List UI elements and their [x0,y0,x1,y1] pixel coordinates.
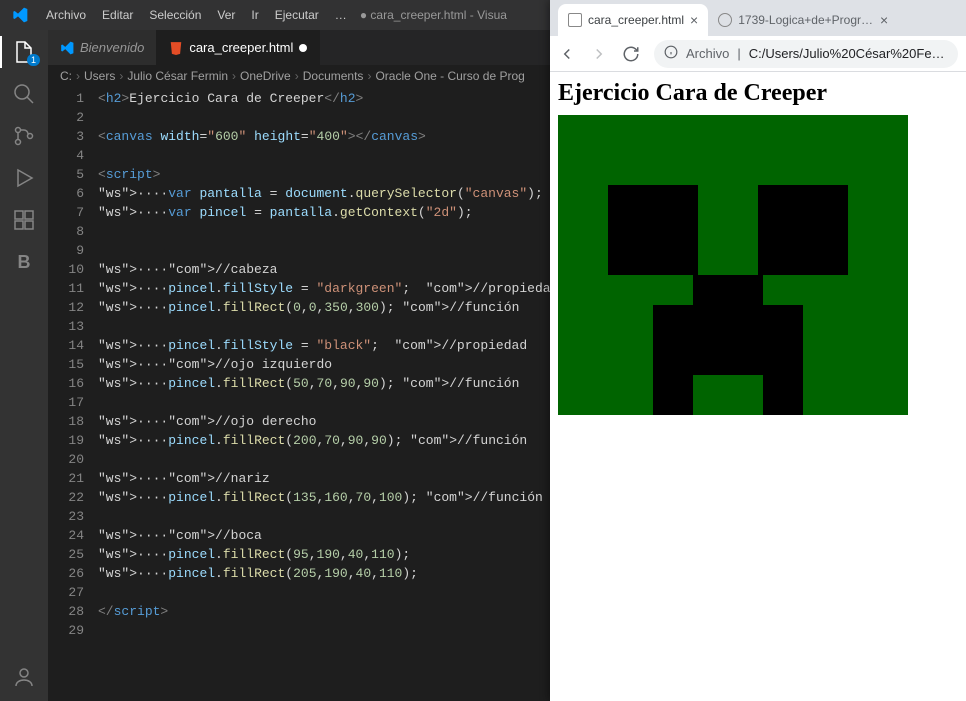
editor-area: Bienvenido cara_creeper.html C:› Users› … [48,30,550,701]
menu-more[interactable]: … [329,8,353,22]
close-tab-icon[interactable]: × [690,12,698,28]
page-title: Ejercicio Cara de Creeper [558,80,958,107]
vscode-body: 1 B Bienvenido [0,30,550,701]
menubar: Archivo Editar Selección Ver Ir Ejecutar… [0,0,550,30]
tab-file-label: cara_creeper.html [189,40,293,55]
url-path: C:/Users/Julio%20César%20Fermin/ [749,46,948,61]
breadcrumb-item[interactable]: OneDrive [240,69,291,83]
creeper-canvas [558,115,908,415]
breadcrumb-item[interactable]: Users [84,69,115,83]
menu-edit[interactable]: Editar [96,8,139,22]
chrome-tab-label: cara_creeper.html [588,13,684,27]
code-editor[interactable]: 1234567891011121314151617181920212223242… [48,87,550,701]
chrome-tabstrip: cara_creeper.html × 1739-Logica+de+Progr… [550,0,966,36]
url-scheme: Archivo [686,46,729,61]
search-icon[interactable] [12,82,36,106]
run-debug-icon[interactable] [12,166,36,190]
tab-welcome[interactable]: Bienvenido [48,30,157,65]
bold-text-icon[interactable]: B [12,250,36,274]
explorer-badge: 1 [27,54,40,66]
activity-bar: 1 B [0,30,48,701]
html-file-icon [169,41,183,55]
rendered-page: Ejercicio Cara de Creeper [550,72,966,701]
reload-button[interactable] [622,45,640,63]
address-bar[interactable]: Archivo | C:/Users/Julio%20César%20Fermi… [654,40,958,68]
tab-file[interactable]: cara_creeper.html [157,30,320,65]
breadcrumb-item[interactable]: Julio César Fermin [127,69,228,83]
explorer-icon[interactable]: 1 [12,40,36,64]
menu-file[interactable]: Archivo [40,8,92,22]
menu-view[interactable]: Ver [211,8,241,22]
window-title: ● cara_creeper.html - Visua [357,8,510,22]
forward-button[interactable] [590,45,608,63]
breadcrumb-item[interactable]: Documents [303,69,364,83]
menu-run[interactable]: Ejecutar [269,8,325,22]
chrome-tab-inactive[interactable]: 1739-Logica+de+Program × [708,4,898,36]
accounts-icon[interactable] [12,665,36,689]
chrome-tab-active[interactable]: cara_creeper.html × [558,4,708,36]
code-content[interactable]: <h2>Ejercicio Cara de Creeper</h2> <canv… [98,87,550,701]
source-control-icon[interactable] [12,124,36,148]
vscode-window: Archivo Editar Selección Ver Ir Ejecutar… [0,0,550,701]
editor-tabs: Bienvenido cara_creeper.html [48,30,550,65]
back-button[interactable] [558,45,576,63]
tab-welcome-label: Bienvenido [80,40,144,55]
unsaved-indicator-icon [299,44,307,52]
extensions-icon[interactable] [12,208,36,232]
favicon-icon [568,13,582,27]
line-numbers: 1234567891011121314151617181920212223242… [48,87,98,701]
vscode-logo-icon [12,7,28,23]
breadcrumb[interactable]: C:› Users› Julio César Fermin› OneDrive›… [48,65,550,87]
menu-selection[interactable]: Selección [143,8,207,22]
breadcrumb-item[interactable]: C: [60,69,72,83]
menu-go[interactable]: Ir [245,8,264,22]
chrome-window: cara_creeper.html × 1739-Logica+de+Progr… [550,0,966,701]
close-tab-icon[interactable]: × [880,12,888,28]
chrome-tab-label: 1739-Logica+de+Program [738,13,874,27]
site-info-icon[interactable] [664,45,678,62]
favicon-icon [718,13,732,27]
vscode-icon [60,41,74,55]
chrome-toolbar: Archivo | C:/Users/Julio%20César%20Fermi… [550,36,966,72]
breadcrumb-item[interactable]: Oracle One - Curso de Prog [375,69,524,83]
